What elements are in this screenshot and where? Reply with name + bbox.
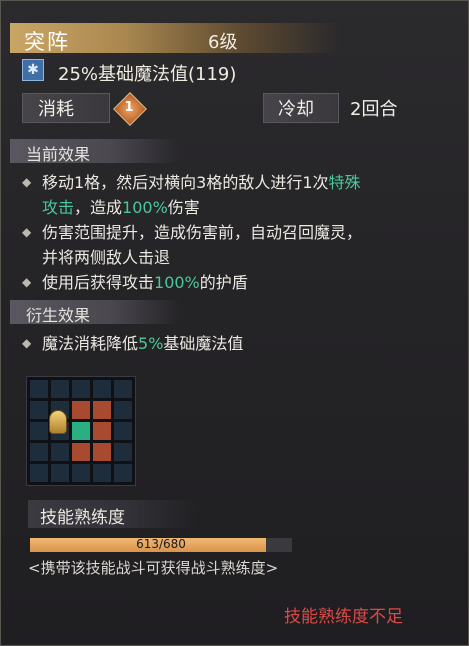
range-grid-cell [30,443,48,461]
effect-text: 伤害范围提升，造成伤害前，自动召回魔灵， [42,223,363,242]
magic-cost-text: 25%基础魔法值(119) [58,64,237,85]
current-effects-title: 当前效果 [26,145,91,164]
range-grid-cell [72,443,90,461]
effect-highlight: 特殊 [328,173,361,192]
effect-item: ◆ 伤害范围提升，造成伤害前，自动召回魔灵， 并将两侧敌人击退 [22,220,452,270]
skill-name: 突阵 [24,30,70,54]
range-grid-cell [51,443,69,461]
diamond-bullet-icon: ◆ [22,336,32,350]
range-grid-cell [30,464,48,482]
consume-value: 1 [124,100,134,115]
effect-text: ，造成 [74,198,123,217]
range-grid-cell [114,464,132,482]
range-grid-cell [114,380,132,398]
range-grid-cell [93,380,111,398]
consume-label: 消耗 [38,99,74,120]
effect-highlight: 100% [154,273,200,292]
derived-effects-title: 衍生效果 [26,306,91,325]
range-grid-cell [93,401,111,419]
proficiency-warning: 技能熟练度不足 [284,607,403,627]
range-grid-cell [72,380,90,398]
effect-item: ◆ 移动1格，然后对横向3格的敌人进行1次特殊 攻击，造成100%伤害 [22,170,452,220]
range-grid-cell [51,464,69,482]
effect-item: ◆ 使用后获得攻击100%的护盾 [22,270,452,295]
effect-text: 魔法消耗降低 [42,334,139,353]
cooldown-label: 冷却 [278,99,314,120]
proficiency-hint: <携带该技能战斗可获得战斗熟练度> [28,559,279,577]
range-grid-cell [93,443,111,461]
effect-highlight: 5% [138,334,164,353]
range-grid-cell [114,422,132,440]
proficiency-label: 技能熟练度 [40,508,125,528]
effect-text: 伤害 [167,198,200,217]
range-grid-cell [30,422,48,440]
effect-text: 移动1格，然后对横向3格的敌人进行1次 [42,173,329,192]
skill-level: 6级 [208,32,238,53]
effect-highlight: 100% [122,198,168,217]
proficiency-value: 613/680 [136,537,186,551]
effect-text: 基础魔法值 [163,334,244,353]
range-grid-cell [51,380,69,398]
diamond-bullet-icon: ◆ [22,175,32,189]
effect-text: 使用后获得攻击 [42,273,155,292]
effect-text: 并将两侧敌人击退 [42,248,171,267]
magic-cost-icon: ✱ [22,59,44,81]
derived-effects-list: ◆ 魔法消耗降低5%基础魔法值 [22,331,452,356]
range-grid-cell [30,401,48,419]
range-grid-cell [93,464,111,482]
range-grid-cell [93,422,111,440]
range-grid-cell [114,401,132,419]
range-grid-cell [72,464,90,482]
effect-highlight: 攻击 [42,198,75,217]
range-grid-cell [72,401,90,419]
hero-helmet-icon [49,410,67,434]
effect-item: ◆ 魔法消耗降低5%基础魔法值 [22,331,452,356]
range-grid-cell [72,422,90,440]
current-effects-list: ◆ 移动1格，然后对横向3格的敌人进行1次特殊 攻击，造成100%伤害 ◆ 伤害… [22,170,452,295]
diamond-bullet-icon: ◆ [22,225,32,239]
range-grid-cell [30,380,48,398]
diamond-bullet-icon: ◆ [22,275,32,289]
cooldown-value: 2回合 [350,99,398,120]
effect-text: 的护盾 [199,273,248,292]
skill-range-grid [26,376,136,486]
range-grid-cell [114,443,132,461]
